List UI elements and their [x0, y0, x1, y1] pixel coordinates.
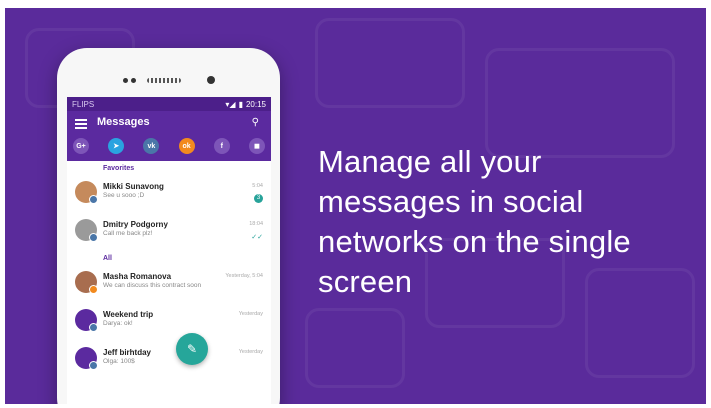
- contact-name: Masha Romanova: [103, 272, 172, 281]
- read-receipt-icon: ✓✓: [251, 234, 263, 241]
- compose-button[interactable]: ✎: [176, 333, 208, 365]
- app-screen: FLIPS ▾◢ ▮ 20:15 Messages ⚲ G+ ➤ vk ok f…: [67, 97, 271, 404]
- bg-bubble: [305, 308, 405, 388]
- promo-banner: Manage all your messages in social netwo…: [5, 8, 706, 404]
- page-title: Messages: [97, 116, 150, 128]
- other-network-icon[interactable]: ◼: [248, 138, 265, 154]
- sensor-icon: [131, 78, 136, 83]
- conversation-item[interactable]: Weekend trip Darya: ok! Yesterday: [67, 303, 271, 341]
- network-filter-bar: G+ ➤ vk ok f ◼: [73, 138, 265, 154]
- phone-top: [57, 48, 280, 96]
- contact-name: Weekend trip: [103, 310, 154, 319]
- message-preview: Olga: 100$: [103, 358, 135, 365]
- timestamp: 5:04: [252, 183, 263, 189]
- message-preview: We can discuss this contract soon: [103, 282, 202, 289]
- message-preview: See u sooo ;D: [103, 192, 145, 199]
- timestamp: Yesterday, 5:04: [225, 273, 263, 279]
- timestamp: 18:04: [249, 221, 263, 227]
- network-badge: [89, 285, 98, 294]
- app-bar: Messages ⚲ G+ ➤ vk ok f ◼: [67, 111, 271, 161]
- bg-bubble: [315, 18, 465, 108]
- contact-name: Dmitry Podgorny: [103, 220, 168, 229]
- contact-name: Mikki Sunavong: [103, 182, 164, 191]
- conversation-item[interactable]: Mikki Sunavong See u sooo ;D 5:04 3: [67, 175, 271, 213]
- pencil-icon: ✎: [186, 342, 198, 356]
- network-badge: [89, 195, 98, 204]
- timestamp: Yesterday: [238, 311, 263, 317]
- phone-mockup: FLIPS ▾◢ ▮ 20:15 Messages ⚲ G+ ➤ vk ok f…: [57, 48, 280, 404]
- message-preview: Darya: ok!: [103, 320, 133, 327]
- search-icon[interactable]: ⚲: [252, 117, 259, 128]
- network-badge: [89, 233, 98, 242]
- speaker-icon: [147, 78, 181, 83]
- google-plus-icon[interactable]: G+: [73, 138, 89, 154]
- camera-icon: [207, 76, 215, 84]
- clock: 20:15: [245, 99, 266, 109]
- menu-icon[interactable]: [75, 119, 87, 129]
- odnoklassniki-icon[interactable]: ok: [178, 138, 195, 154]
- section-header-all: All: [103, 255, 112, 262]
- sensor-icon: [123, 78, 128, 83]
- vk-icon[interactable]: vk: [143, 138, 160, 154]
- telegram-icon[interactable]: ➤: [108, 138, 125, 154]
- battery-icon: ▮: [238, 99, 243, 109]
- contact-name: Jeff birhtday: [103, 348, 152, 357]
- network-badge: [89, 323, 98, 332]
- signal-icon: ▾◢: [225, 99, 236, 109]
- conversation-item[interactable]: Jeff birhtday Olga: 100$ Yesterday: [67, 341, 271, 379]
- conversation-item[interactable]: Dmitry Podgorny Call me back plz! 18:04 …: [67, 213, 271, 251]
- facebook-icon[interactable]: f: [213, 138, 230, 154]
- conversation-item[interactable]: Masha Romanova We can discuss this contr…: [67, 265, 271, 303]
- message-preview: Call me back plz!: [103, 230, 153, 237]
- status-bar: FLIPS ▾◢ ▮ 20:15: [67, 97, 271, 111]
- section-header-favorites: Favorites: [103, 165, 135, 172]
- unread-count-badge: 3: [254, 194, 263, 203]
- carrier-label: FLIPS: [72, 99, 95, 109]
- headline: Manage all your messages in social netwo…: [318, 144, 631, 299]
- timestamp: Yesterday: [238, 349, 263, 355]
- network-badge: [89, 361, 98, 370]
